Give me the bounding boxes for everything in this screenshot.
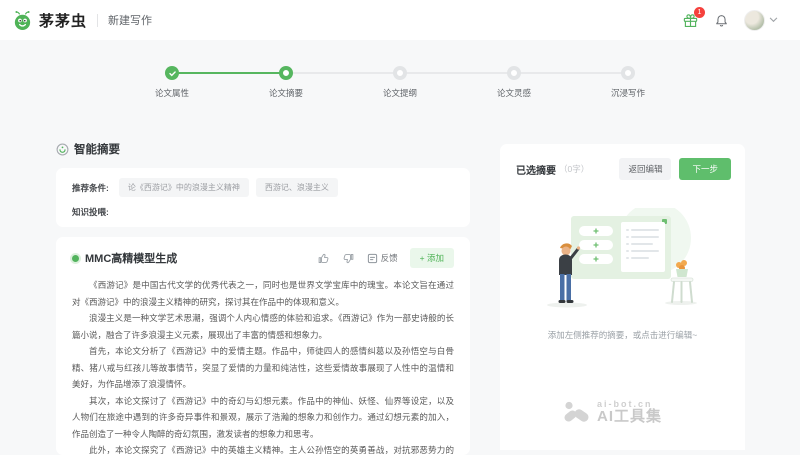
abstract-actions: 反馈 + 添加 [317,248,454,268]
brand-name: 茅茅虫 [39,12,88,30]
section-title: 智能摘要 [74,144,120,156]
progress-stepper: 论文属性 论文摘要 论文提纲 论文灵感 沉浸写作 [115,66,685,102]
knowledge-feed-label: 知识投喂: [72,207,109,217]
header-actions: 1 [682,6,778,31]
selected-abstract-title: 已选摘要 [516,165,556,177]
step-paper-abstract[interactable]: 论文摘要 [229,66,343,99]
watermark-logo-icon [564,401,589,422]
page-title: 新建写作 [108,15,153,27]
step-paper-outline[interactable]: 论文提纲 [343,66,457,99]
abstract-paragraph: 此外，本论文探究了《西游记》中的英雄主义精神。主人公孙悟空的英勇善战，对抗邪恶势… [89,445,454,455]
condition-tag: 论《西游记》中的浪漫主义精神 [118,178,249,197]
next-step-button[interactable]: 下一步 [679,158,731,180]
conditions-card: 推荐条件: 论《西游记》中的浪漫主义精神 西游记、浪漫主义 知识投喂: [56,168,470,227]
step-paper-attributes[interactable]: 论文属性 [115,66,229,99]
model-status-dot [72,254,79,262]
step-immersive-writing[interactable]: 沉浸写作 [571,66,685,99]
avatar [744,9,765,31]
selected-abstract-header: 已选摘要 （0字） 返回编辑 下一步 [500,144,745,180]
feedback-button[interactable]: 反馈 [367,252,398,264]
generated-abstract-card: MMC高精模型生成 反馈 + 添加 《西游记》是中国古代文学的优秀代表之一，同时… [56,237,470,455]
check-icon [168,70,176,76]
thumb-up-icon [318,253,329,263]
todo-step-dot [621,66,635,80]
app-header: 茅茅虫 新建写作 1 [0,0,800,40]
feedback-icon [367,253,377,263]
step-label: 论文属性 [154,88,189,98]
empty-illustration [546,202,697,308]
condition-tag: 西游记、浪漫主义 [255,178,338,197]
word-count: （0字） [559,164,590,174]
empty-state [500,202,745,317]
todo-step-dot [507,66,521,80]
user-menu[interactable] [744,9,778,31]
empty-hint: 添加左侧推荐的摘要，或点击进行编辑~ [547,330,698,340]
generated-abstract-header: MMC高精模型生成 反馈 + 添加 [72,248,454,268]
caterpillar-logo-icon [14,10,31,30]
back-to-edit-button[interactable]: 返回编辑 [619,158,672,180]
header-divider [97,13,99,27]
smart-summary-icon [56,143,69,155]
model-info: MMC高精模型生成 [72,250,177,266]
gift-button[interactable]: 1 [682,6,705,29]
add-abstract-button[interactable]: + 添加 [409,248,454,268]
conditions-label: 推荐条件: [72,182,109,193]
chevron-down-icon [769,17,778,23]
watermark: ai-bot.cn AI工具集 [563,399,662,426]
condition-tags: 论《西游记》中的浪漫主义精神 西游记、浪漫主义 [118,178,338,197]
watermark-title: AI工具集 [597,408,663,426]
notification-badge: 1 [694,6,705,18]
feedback-label: 反馈 [380,253,398,263]
abstract-paragraph: 其次，本论文探讨了《西游记》中的奇幻与幻想元素。作品中的神仙、妖怪、仙界等设定，… [72,395,454,439]
todo-step-dot [393,66,407,80]
step-label: 论文灵感 [496,88,531,98]
thumb-up-button[interactable] [317,252,330,265]
current-step-dot [279,66,293,80]
brand-logo[interactable]: 茅茅虫 [12,10,87,31]
thumb-down-button[interactable] [342,252,355,265]
step-label: 沉浸写作 [610,88,645,98]
step-label: 论文提纲 [382,88,417,98]
step-label: 论文摘要 [268,88,303,98]
model-name: MMC高精模型生成 [85,253,178,265]
abstract-paragraph: 首先，本论文分析了《西游记》中的爱情主题。作品中，师徒四人的感情纠葛以及孙悟空与… [72,346,454,389]
abstract-paragraph: 《西游记》是中国古代文学的优秀代表之一，同时也是世界文学宝库中的瑰宝。本论文旨在… [72,280,454,307]
section-header: 智能摘要 [56,141,470,157]
generated-abstract-text: 《西游记》是中国古代文学的优秀代表之一，同时也是世界文学宝库中的瑰宝。本论文旨在… [72,277,454,455]
smart-summary-panel: 智能摘要 推荐条件: 论《西游记》中的浪漫主义精神 西游记、浪漫主义 知识投喂:… [56,141,470,455]
step-paper-inspiration[interactable]: 论文灵感 [457,66,571,99]
abstract-paragraph: 浪漫主义是一种文学艺术思潮，强调个人内心情感的体验和追求。《西游记》作为一部史诗… [72,313,454,340]
thumb-down-icon [343,253,353,263]
bell-icon[interactable] [714,12,729,28]
